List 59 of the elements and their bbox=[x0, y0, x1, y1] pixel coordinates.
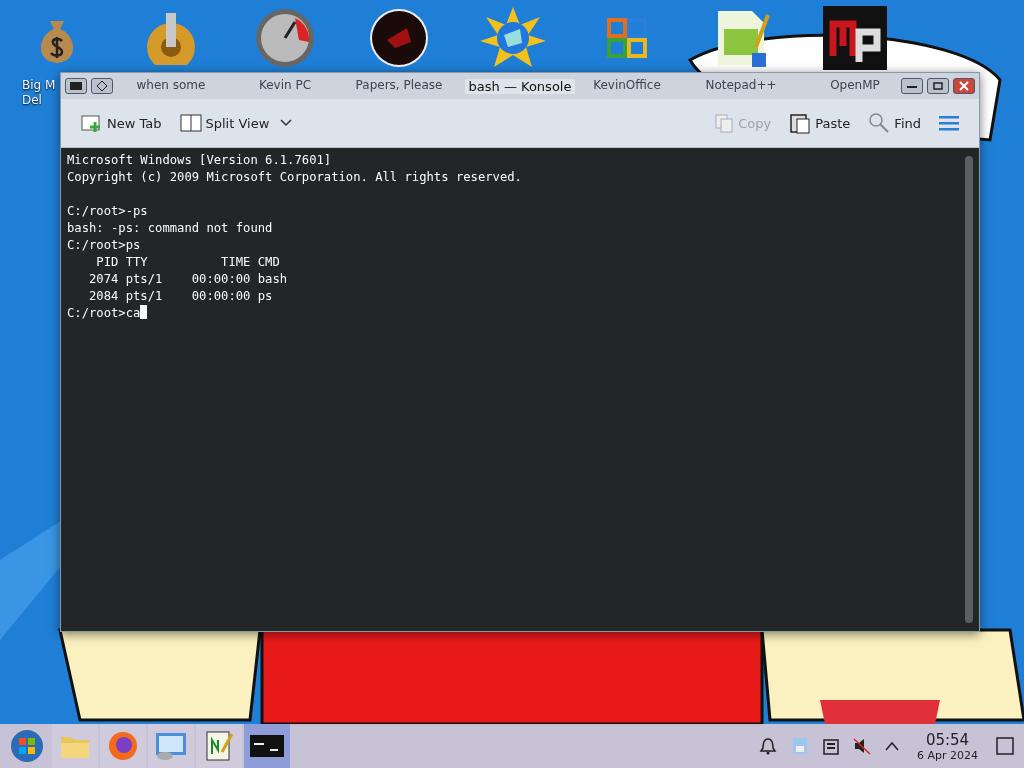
terminal-line: C:/root>-ps bbox=[67, 203, 149, 220]
desktop-icon-label: Del bbox=[22, 93, 42, 108]
windows-logo-icon bbox=[10, 729, 44, 763]
firefox-icon bbox=[108, 731, 138, 761]
menu-icon bbox=[939, 115, 959, 131]
desktop-app-icon[interactable] bbox=[369, 8, 429, 68]
terminal-line: 2084 pts/1 00:00:00 ps bbox=[88, 288, 274, 305]
terminal-line: PID TTY TIME CMD bbox=[95, 254, 281, 271]
text-cursor bbox=[140, 305, 148, 319]
expand-icon bbox=[885, 741, 899, 751]
new-tab-icon bbox=[81, 113, 103, 133]
desktop-icon-label: OpenMP bbox=[830, 78, 880, 93]
clipboard-icon bbox=[823, 737, 839, 755]
desktop-icon-label: Big M bbox=[22, 78, 56, 93]
terminal-line: Copyright (c) 2009 Microsoft Corporation. All rights reserved. bbox=[67, 169, 523, 186]
desktop-icon-label: Kevin PC bbox=[258, 78, 312, 93]
terminal-icon bbox=[70, 82, 82, 90]
terminal-line: C:/root>ps bbox=[67, 237, 142, 254]
close-button[interactable] bbox=[953, 78, 975, 94]
taskbar-app[interactable] bbox=[100, 724, 146, 768]
desktop-icon-label: when some bbox=[136, 78, 206, 93]
minimize-button[interactable] bbox=[901, 78, 923, 94]
desktop-icon-label: Notepad++ bbox=[705, 78, 777, 93]
clock-time: 05:54 bbox=[925, 730, 970, 749]
maximize-button[interactable] bbox=[927, 78, 949, 94]
pin-button[interactable] bbox=[91, 78, 113, 94]
terminal-line: bash: -ps: command not found bbox=[67, 220, 274, 237]
terminal-line: 2074 pts/1 00:00:00 bash bbox=[88, 271, 289, 288]
terminal-icon bbox=[250, 735, 284, 757]
window-title: bash — Konsole bbox=[464, 78, 576, 94]
muted-speaker-icon bbox=[853, 737, 871, 755]
split-button[interactable]: Split View bbox=[175, 109, 298, 137]
desktop-icon-label: Papers, Please bbox=[355, 78, 443, 93]
taskbar-app[interactable] bbox=[196, 724, 242, 768]
monitor-icon bbox=[155, 731, 187, 761]
minimize-icon bbox=[907, 84, 917, 88]
diamond-icon bbox=[97, 81, 107, 91]
notification-icon bbox=[759, 737, 777, 755]
copy-icon bbox=[714, 113, 735, 133]
paste-button[interactable]: Paste bbox=[785, 108, 855, 138]
paste-icon bbox=[789, 112, 812, 134]
search-icon bbox=[868, 112, 891, 134]
split-view-icon bbox=[179, 113, 202, 133]
terminal-line: C:/root>ca bbox=[67, 306, 141, 320]
taskbar-app[interactable] bbox=[244, 724, 290, 768]
find-button[interactable]: Find bbox=[864, 108, 925, 138]
close-icon bbox=[959, 81, 969, 91]
desktop-app-icon[interactable] bbox=[823, 6, 887, 70]
newtab-button[interactable]: New Tab bbox=[77, 109, 166, 137]
notepad-icon bbox=[204, 730, 234, 762]
update-icon bbox=[791, 736, 809, 756]
maximize-icon bbox=[933, 82, 943, 90]
caret-icon bbox=[279, 118, 294, 128]
square-icon bbox=[996, 737, 1014, 755]
desktop-icon-label: KevinOffice bbox=[593, 78, 661, 93]
terminal-line: Microsoft Windows [Version 6.1.7601] bbox=[67, 152, 333, 169]
window-menu-button[interactable] bbox=[65, 78, 87, 94]
clock-date: 6 Apr 2024 bbox=[917, 748, 978, 762]
scrollbar[interactable] bbox=[965, 156, 973, 623]
